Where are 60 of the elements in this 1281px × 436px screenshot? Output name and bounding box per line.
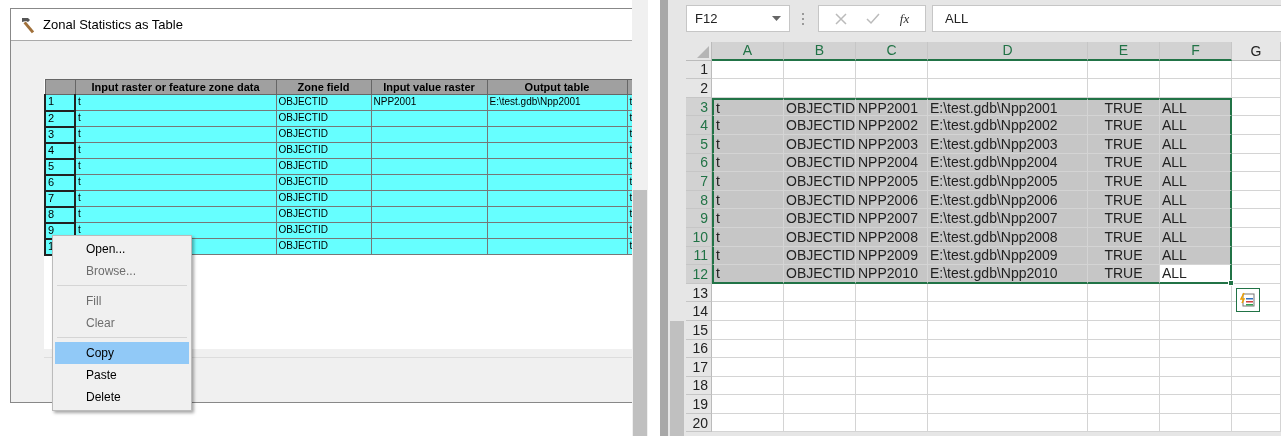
menu-item[interactable]: Paste xyxy=(55,364,189,386)
fill-handle[interactable] xyxy=(1228,279,1234,286)
table-cell[interactable]: TRUE xyxy=(1088,172,1160,191)
table-cell[interactable]: E:\test.gdb\Npp2010 xyxy=(928,265,1088,284)
table-cell[interactable]: TRUE xyxy=(1088,209,1160,228)
column-header[interactable]: Output table xyxy=(487,79,627,95)
table-cell[interactable]: t xyxy=(712,172,784,191)
table-cell[interactable]: TRUE xyxy=(1088,265,1160,284)
table-cell[interactable]: ALL xyxy=(1160,209,1232,228)
row-header[interactable]: 17 xyxy=(686,358,712,377)
row-header[interactable]: 14 xyxy=(686,302,712,321)
menu-item[interactable]: Copy xyxy=(55,342,189,364)
table-cell[interactable]: E:\test.gdb\Npp2007 xyxy=(928,209,1088,228)
column-header[interactable]: F xyxy=(1160,42,1232,61)
table-cell[interactable]: OBJECTID xyxy=(784,116,856,135)
table-cell[interactable]: ALL xyxy=(1160,172,1232,191)
column-header[interactable]: G xyxy=(1232,42,1281,61)
triangle-icon xyxy=(697,45,709,58)
table-cell[interactable]: NPP2010 xyxy=(856,265,928,284)
table-cell[interactable]: ALL xyxy=(1160,116,1232,135)
column-header[interactable]: D xyxy=(928,42,1088,61)
table-cell[interactable]: t xyxy=(712,265,784,284)
scrollbar[interactable] xyxy=(632,0,648,436)
column-header[interactable]: Input raster or feature zone data xyxy=(75,79,276,95)
column-header[interactable]: Zone field xyxy=(276,79,371,95)
table-cell[interactable]: E:\test.gdb\Npp2005 xyxy=(928,172,1088,191)
table-cell[interactable]: TRUE xyxy=(1088,116,1160,135)
cancel-icon[interactable] xyxy=(834,12,847,25)
row-header[interactable]: 9 xyxy=(686,209,712,228)
table-cell[interactable]: OBJECTID xyxy=(784,172,856,191)
row-header[interactable]: 2 xyxy=(686,79,712,98)
caret-icon xyxy=(772,16,781,21)
table-cell[interactable]: t xyxy=(712,209,784,228)
table-cell[interactable]: OBJECTID xyxy=(784,265,856,284)
row-header[interactable]: 7 xyxy=(686,172,712,191)
insert-function-button[interactable]: fx xyxy=(899,10,910,27)
column-header[interactable]: Input value raster xyxy=(371,79,487,95)
table-cell[interactable]: E:\test.gdb\Npp2002 xyxy=(928,116,1088,135)
table-cell[interactable]: NPP2002 xyxy=(856,116,928,135)
table-cell[interactable]: NPP2007 xyxy=(856,209,928,228)
quick-analysis-icon[interactable] xyxy=(1236,287,1260,312)
menu-item[interactable]: Open... xyxy=(55,238,189,260)
corner-header xyxy=(45,79,75,95)
table-cell[interactable]: t xyxy=(712,116,784,135)
column-header[interactable]: A xyxy=(712,42,784,61)
column-header[interactable]: C xyxy=(856,42,928,61)
window-title: Zonal Statistics as Table xyxy=(43,17,183,32)
row-header[interactable]: 4 xyxy=(686,116,712,135)
menu-item[interactable]: Delete xyxy=(55,386,189,408)
row-header[interactable]: 19 xyxy=(686,395,712,414)
hammer-icon xyxy=(19,15,37,34)
row-header[interactable]: 12 xyxy=(686,265,712,284)
table-cell[interactable]: OBJECTID xyxy=(784,209,856,228)
name-box[interactable]: F12 xyxy=(686,5,790,32)
table-cell[interactable]: NPP2005 xyxy=(856,172,928,191)
column-header[interactable]: B xyxy=(784,42,856,61)
formula-field[interactable]: ALL xyxy=(932,5,1281,32)
column-header[interactable]: E xyxy=(1088,42,1160,61)
table-cell[interactable]: ALL xyxy=(1160,265,1232,284)
check-icon[interactable] xyxy=(866,12,881,25)
